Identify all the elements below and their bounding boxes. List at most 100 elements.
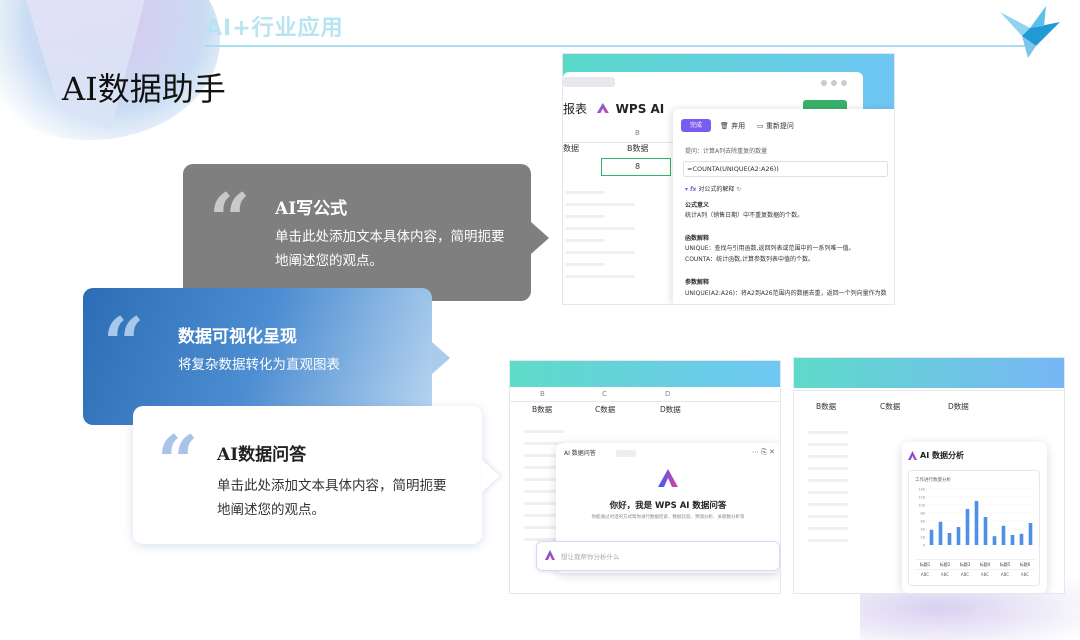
bar [929,529,934,545]
trash-icon: 🗑 [720,122,729,130]
column-header: D数据 [948,402,969,411]
y-tick-label: 80 [921,512,925,516]
fx-icon: fx [689,186,697,193]
column-header: C数据 [595,405,616,414]
y-tick-label: 140 [918,488,925,492]
done-button[interactable]: 完成 [681,119,711,132]
table-row: ABC ABC ABC ABC ABC ABC [915,569,1035,579]
bar-chart: 140 120 100 80 60 40 20 0 [918,488,1035,548]
column-header: B数据 [816,402,837,411]
refresh-icon: ↻ [736,186,742,193]
y-tick-label: 60 [921,520,925,524]
section-meaning-title: 公式意义 [685,202,710,209]
greeting-sub: 你能通过对话的方式帮你进行数据检索、数据比较、预测分析、关联数分析等 [591,515,745,520]
prompt-text: 提问：计算A列去除重复的数量 [685,148,768,155]
card-description: 单击此处添加文本具体内容，简明扼要 地阐述您的观点。 [217,478,447,518]
column-header: D数据 [660,405,681,414]
table-row: 标题1 标题2 标题3 标题4 标题5 标题6 [915,559,1035,569]
quote-mark-icon: “ [103,301,145,386]
column-header-b: B数据 [627,144,649,153]
wps-ai-logo-icon [596,103,609,113]
card-title: AI数据问答 [217,445,307,465]
greeting: 你好，我是 WPS AI 数据问答 [609,501,727,511]
feature-card-ai-data-qa: “ AI数据问答 单击此处添加文本具体内容，简明扼要 地阐述您的观点。 [133,406,482,544]
table-cell: ABC [1020,572,1030,577]
y-tick-label: 20 [921,536,925,540]
table-cell: 标题2 [939,562,951,567]
section-func-title: 函数解释 [685,235,710,242]
screenshot-ai-formula: 报表 WPS AI B 数据 B数据 8 完成 🗑 弃用 ▭ 重新提问 提问：计… [562,53,895,305]
tab-label: 报表 [563,102,588,116]
table-cell: 标题3 [959,562,971,567]
section-tag: AI+行业应用 [205,16,344,41]
formula-result[interactable]: =COUNTA(UNIQUE(A2:A26)) [687,164,779,174]
wps-ai-brand: WPS AI [615,102,665,116]
bar [974,501,979,545]
feature-card-ai-formula: “ AI写公式 单击此处添加文本具体内容，简明扼要 地阐述您的观点。 [183,164,549,301]
chat-icon: ▭ [757,122,764,130]
section-meaning-text: 统计A列（销售日期）中不重复数据的个数。 [685,212,804,219]
column-header: C数据 [880,402,901,411]
column-header: B数据 [532,405,553,414]
quote-mark-icon: “ [209,177,251,262]
column-letter: B [635,129,640,137]
card-description: 单击此处添加文本具体内容，简明扼要 地阐述您的观点。 [275,229,505,269]
bar [1001,525,1006,545]
feature-card-data-visualization: “ 数据可视化呈现 将复杂数据转化为直观图表 [83,288,450,425]
card-description: 将复杂数据转化为直观图表 [178,357,340,373]
chart-title: 工作进行数量分析 [915,478,951,483]
bar [983,517,988,545]
result-table: 标题1 标题2 标题3 标题4 标题5 标题6 ABC ABC ABC ABC ABC ABC [915,559,1035,579]
quote-mark-icon: “ [157,419,199,504]
column-letter: C [602,390,607,398]
section-param-text: UNIQUE(A2:A26)：将A2到A26范围内的数据去重，返回一个列向量作为… [685,290,887,297]
cell-value[interactable]: 8 [635,162,640,172]
discard-button[interactable]: 🗑 弃用 [720,121,745,131]
screenshot-ai-data-qa: B C D B数据 C数据 D数据 AI 数据问答 ⋯ ⎘ ✕ 你好，我是 WP… [509,360,781,594]
page-title: AI数据助手 [62,70,226,108]
section-param-title: 参数解释 [685,279,710,286]
table-cell: ABC [920,572,930,577]
y-tick-label: 0 [923,544,925,548]
table-cell: 标题5 [999,562,1011,567]
bar [1019,533,1024,545]
bar [965,509,970,545]
column-letter: D [665,390,671,398]
wps-ai-logo-icon [908,451,917,460]
panel-actions-icon[interactable]: ⋯ ⎘ ✕ [752,447,775,457]
table-cell: ABC [960,572,970,577]
y-tick-label: 40 [921,528,925,532]
explain-toggle[interactable]: ▾ fx 对公式的解释 ↻ [685,185,741,195]
wps-ai-small-icon [545,550,555,560]
paper-bird-logo-icon [1000,6,1060,58]
column-header-a: 数据 [563,144,579,153]
table-cell: ABC [1000,572,1010,577]
table-cell: 标题6 [1019,562,1031,567]
panel-tab[interactable]: AI 数据问答 [564,449,596,459]
panel-title: AI 数据分析 [920,451,964,460]
table-cell: ABC [940,572,950,577]
bar [992,536,997,545]
y-tick-label: 120 [918,496,925,500]
ask-input[interactable]: 想让我帮你分析什么 [536,541,780,571]
table-cell: 标题1 [919,562,931,567]
regenerate-button[interactable]: ▭ 重新提问 [757,121,794,131]
screenshot-ai-data-analysis: B数据 C数据 D数据 AI 数据分析 工作进行数量分析 140 120 100 80… [793,357,1065,594]
ask-input-placeholder: 想让我帮你分析什么 [561,553,620,561]
chevron-down-icon: ▾ [685,186,689,193]
y-tick-label: 100 [918,504,925,508]
table-cell: 标题4 [979,562,991,567]
header-divider [205,45,1030,47]
table-cell: ABC [980,572,990,577]
section-func-text2: COUNTA：统计函数,计算参数列表中值的个数。 [685,256,815,263]
wps-ai-logo-icon [658,469,678,487]
card-title: 数据可视化呈现 [178,327,297,347]
column-letter: B [540,390,545,398]
bar [1028,523,1033,545]
bar [938,521,943,545]
bar [947,533,952,545]
card-title: AI写公式 [275,199,348,219]
bar [1010,535,1015,545]
bar [956,527,961,545]
section-func-text1: UNIQUE：查找与引用函数,返回列表或范围中的一系列唯一值。 [685,245,855,252]
